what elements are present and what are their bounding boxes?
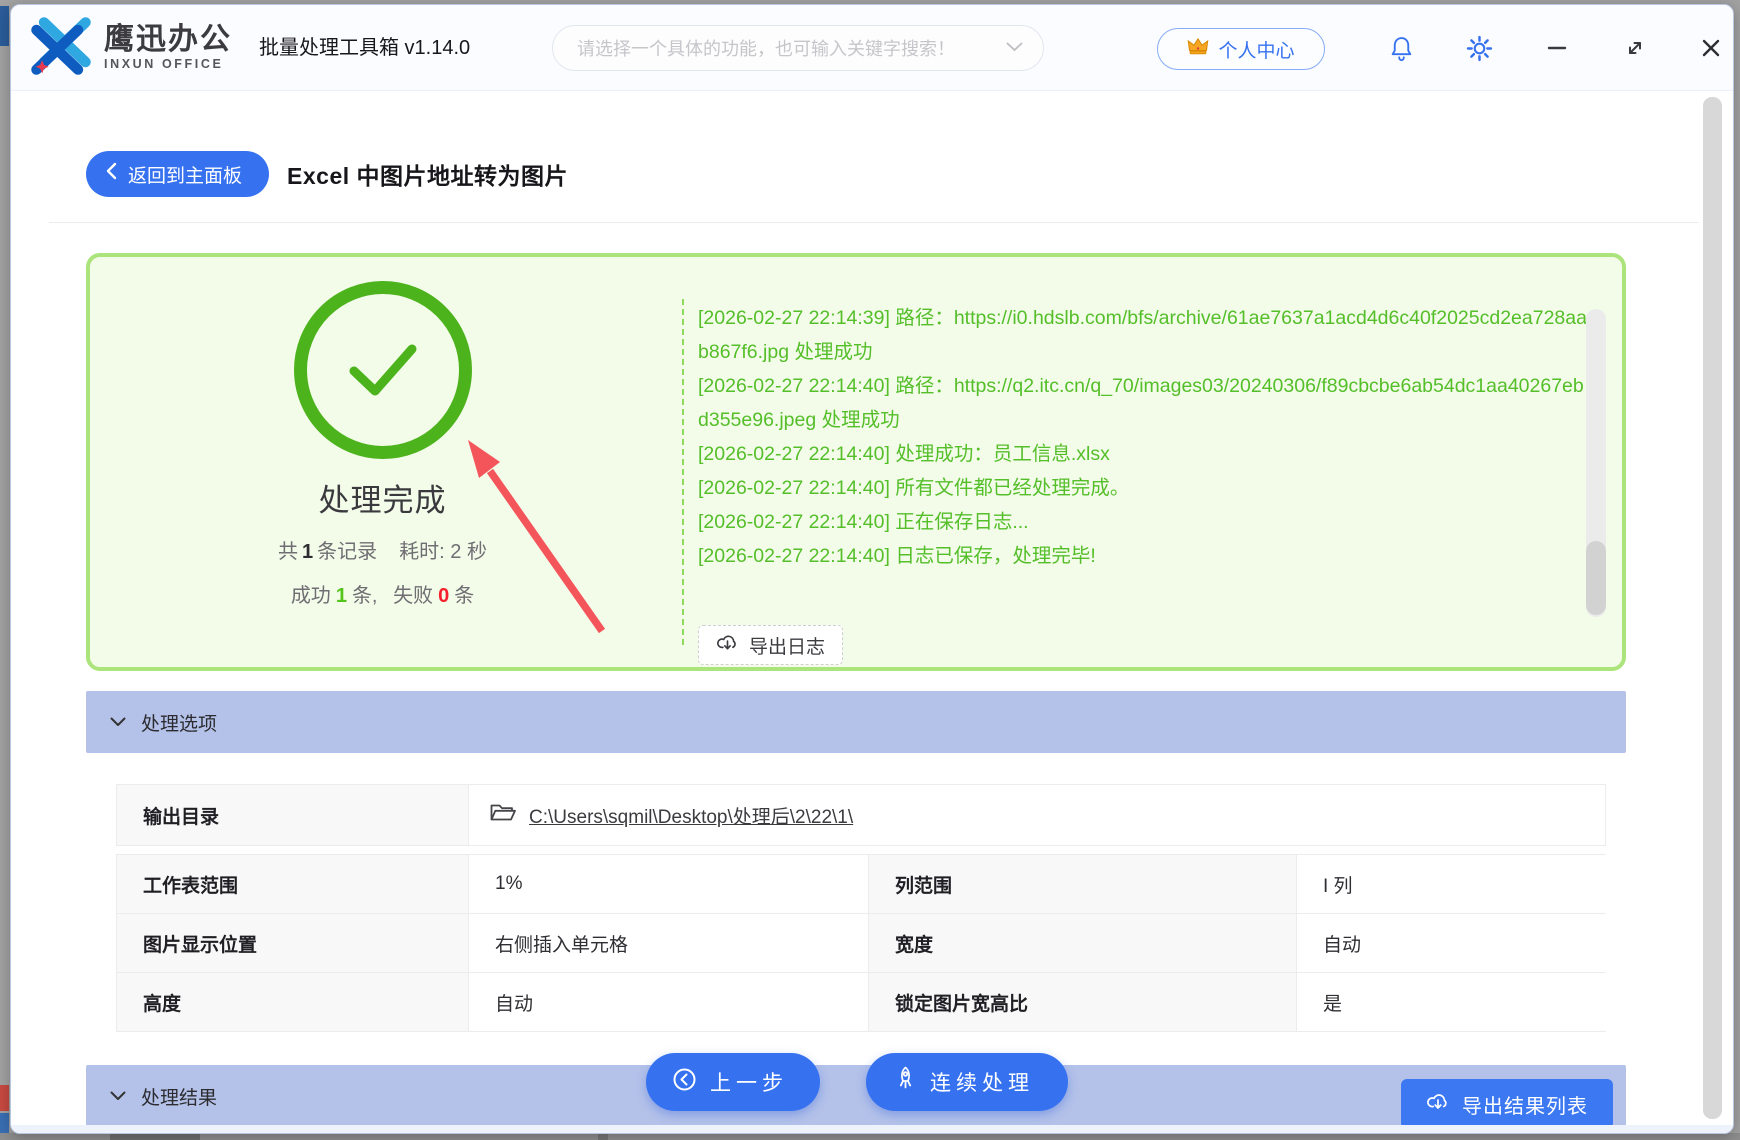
log-divider: [682, 299, 684, 645]
options-table: 工作表范围 1% 列范围 I 列 图片显示位置 右侧插入单元格 宽度 自动 高度…: [116, 854, 1606, 1032]
option-label: 工作表范围: [116, 854, 468, 913]
log-entry: [2026-02-27 22:14:40] 路径：https://q2.itc.…: [698, 369, 1593, 437]
option-value: 是: [1296, 972, 1606, 1031]
success-label: 成功: [291, 585, 331, 607]
success-check-icon: [294, 281, 472, 459]
option-label: 锁定图片宽高比: [868, 972, 1296, 1031]
option-value: 自动: [1296, 913, 1606, 972]
export-log-label: 导出日志: [749, 632, 825, 659]
continue-processing-label: 连续处理: [930, 1067, 1034, 1097]
desktop-fragment: [0, 1113, 9, 1135]
page-header: 返回到主面板 Excel 中图片地址转为图片: [86, 151, 568, 197]
app-name-en: INXUN OFFICE: [104, 56, 232, 72]
app-title: 批量处理工具箱 v1.14.0: [259, 5, 470, 91]
section-title: 处理选项: [141, 709, 217, 736]
taskbar-strip: [0, 1133, 1740, 1140]
fail-label: 失败: [393, 585, 433, 607]
result-summary: 处理完成 共1条记录耗时: 2 秒 成功1条, 失败0条: [90, 257, 675, 667]
log-scrollbar[interactable]: [1586, 309, 1606, 617]
window-bottom-edge: [11, 1125, 1733, 1133]
settings-gear-icon[interactable]: [1458, 5, 1500, 91]
log-scrollbar-thumb[interactable]: [1586, 541, 1606, 615]
close-icon[interactable]: [1690, 5, 1732, 91]
total-prefix: 共: [278, 541, 298, 563]
search-placeholder: 请选择一个具体的功能，也可输入关键字搜索！: [577, 35, 1006, 61]
output-dir-link[interactable]: C:\Users\sqmil\Desktop\处理后\2\22\1\: [529, 802, 853, 829]
user-center-button[interactable]: 个人中心: [1157, 28, 1325, 70]
cloud-download-icon: [1426, 1091, 1450, 1117]
app-name-cn: 鹰迅办公: [104, 24, 232, 56]
continue-processing-button[interactable]: 连续处理: [866, 1053, 1068, 1111]
log-entry: [2026-02-27 22:14:40] 正在保存日志...: [698, 505, 1593, 539]
header-divider: [49, 222, 1699, 223]
logo-x-icon: [27, 16, 95, 81]
output-dir-label: 输出目录: [117, 785, 469, 845]
back-button-label: 返回到主面板: [128, 161, 242, 188]
chevron-down-icon: [110, 1085, 126, 1107]
log-entry: [2026-02-27 22:14:40] 日志已保存，处理完毕!: [698, 539, 1593, 573]
output-dir-row: 输出目录 C:\Users\sqmil\Desktop\处理后\2\22\1\: [116, 784, 1606, 846]
elapsed-time: 耗时: 2 秒: [399, 541, 487, 563]
success-suffix: 条,: [352, 585, 378, 607]
log-entry: [2026-02-27 22:14:40] 所有文件都已经处理完成。: [698, 471, 1593, 505]
chevron-left-icon: [106, 162, 117, 186]
option-value: I 列: [1296, 854, 1606, 913]
fail-count: 0: [433, 585, 454, 607]
option-label: 图片显示位置: [116, 913, 468, 972]
function-search-select[interactable]: 请选择一个具体的功能，也可输入关键字搜索！: [552, 25, 1044, 71]
process-log: [2026-02-27 22:14:39] 路径：https://i0.hdsl…: [698, 301, 1593, 573]
fail-suffix: 条: [454, 585, 474, 607]
section-processing-options[interactable]: 处理选项: [86, 691, 1626, 753]
app-logo: 鹰迅办公 INXUN OFFICE: [27, 17, 232, 79]
status-title: 处理完成: [319, 475, 447, 520]
option-label: 列范围: [868, 854, 1296, 913]
rocket-icon: [894, 1066, 917, 1098]
log-entry: [2026-02-27 22:14:39] 路径：https://i0.hdsl…: [698, 301, 1593, 369]
option-label: 高度: [116, 972, 468, 1031]
chevron-left-circle-icon: [672, 1067, 697, 1098]
total-count: 1: [298, 541, 317, 563]
option-value: 自动: [468, 972, 868, 1031]
export-results-label: 导出结果列表: [1462, 1090, 1588, 1119]
window-scrollbar[interactable]: [1703, 97, 1722, 1119]
chevron-down-icon: [1006, 39, 1023, 57]
notifications-bell-icon[interactable]: [1380, 5, 1422, 91]
back-to-dashboard-button[interactable]: 返回到主面板: [86, 151, 269, 197]
log-entry: [2026-02-27 22:14:40] 处理成功：员工信息.xlsx: [698, 437, 1593, 471]
result-panel: 处理完成 共1条记录耗时: 2 秒 成功1条, 失败0条 [2026-02-27…: [86, 253, 1626, 671]
section-processing-results[interactable]: 处理结果: [86, 1065, 1626, 1127]
success-count: 1: [331, 585, 352, 607]
minimize-icon[interactable]: [1536, 5, 1578, 91]
taskbar-strip: [110, 1134, 200, 1140]
maximize-icon[interactable]: [1614, 5, 1656, 91]
chevron-down-icon: [110, 711, 126, 733]
open-folder-icon: [489, 802, 516, 828]
option-value: 1%: [468, 854, 868, 913]
page-title: Excel 中图片地址转为图片: [287, 157, 568, 191]
desktop-fragment: [0, 1085, 9, 1111]
previous-step-label: 上一步: [710, 1067, 788, 1097]
success-fail-stats: 成功1条, 失败0条: [291, 579, 474, 608]
total-suffix: 条记录: [317, 541, 377, 563]
section-title: 处理结果: [141, 1083, 217, 1110]
crown-icon: [1187, 37, 1209, 61]
option-label: 宽度: [868, 913, 1296, 972]
taskbar-strip: [598, 1134, 608, 1140]
export-log-button[interactable]: 导出日志: [698, 625, 843, 665]
export-results-button[interactable]: 导出结果列表: [1401, 1079, 1613, 1129]
cloud-download-icon: [716, 632, 739, 658]
previous-step-button[interactable]: 上一步: [646, 1053, 820, 1111]
app-window: 鹰迅办公 INXUN OFFICE 批量处理工具箱 v1.14.0 请选择一个具…: [10, 4, 1734, 1134]
titlebar: 鹰迅办公 INXUN OFFICE 批量处理工具箱 v1.14.0 请选择一个具…: [11, 5, 1733, 91]
desktop-fragment: [0, 6, 9, 46]
option-value: 右侧插入单元格: [468, 913, 868, 972]
total-stats: 共1条记录耗时: 2 秒: [278, 535, 487, 564]
user-center-label: 个人中心: [1218, 36, 1294, 63]
